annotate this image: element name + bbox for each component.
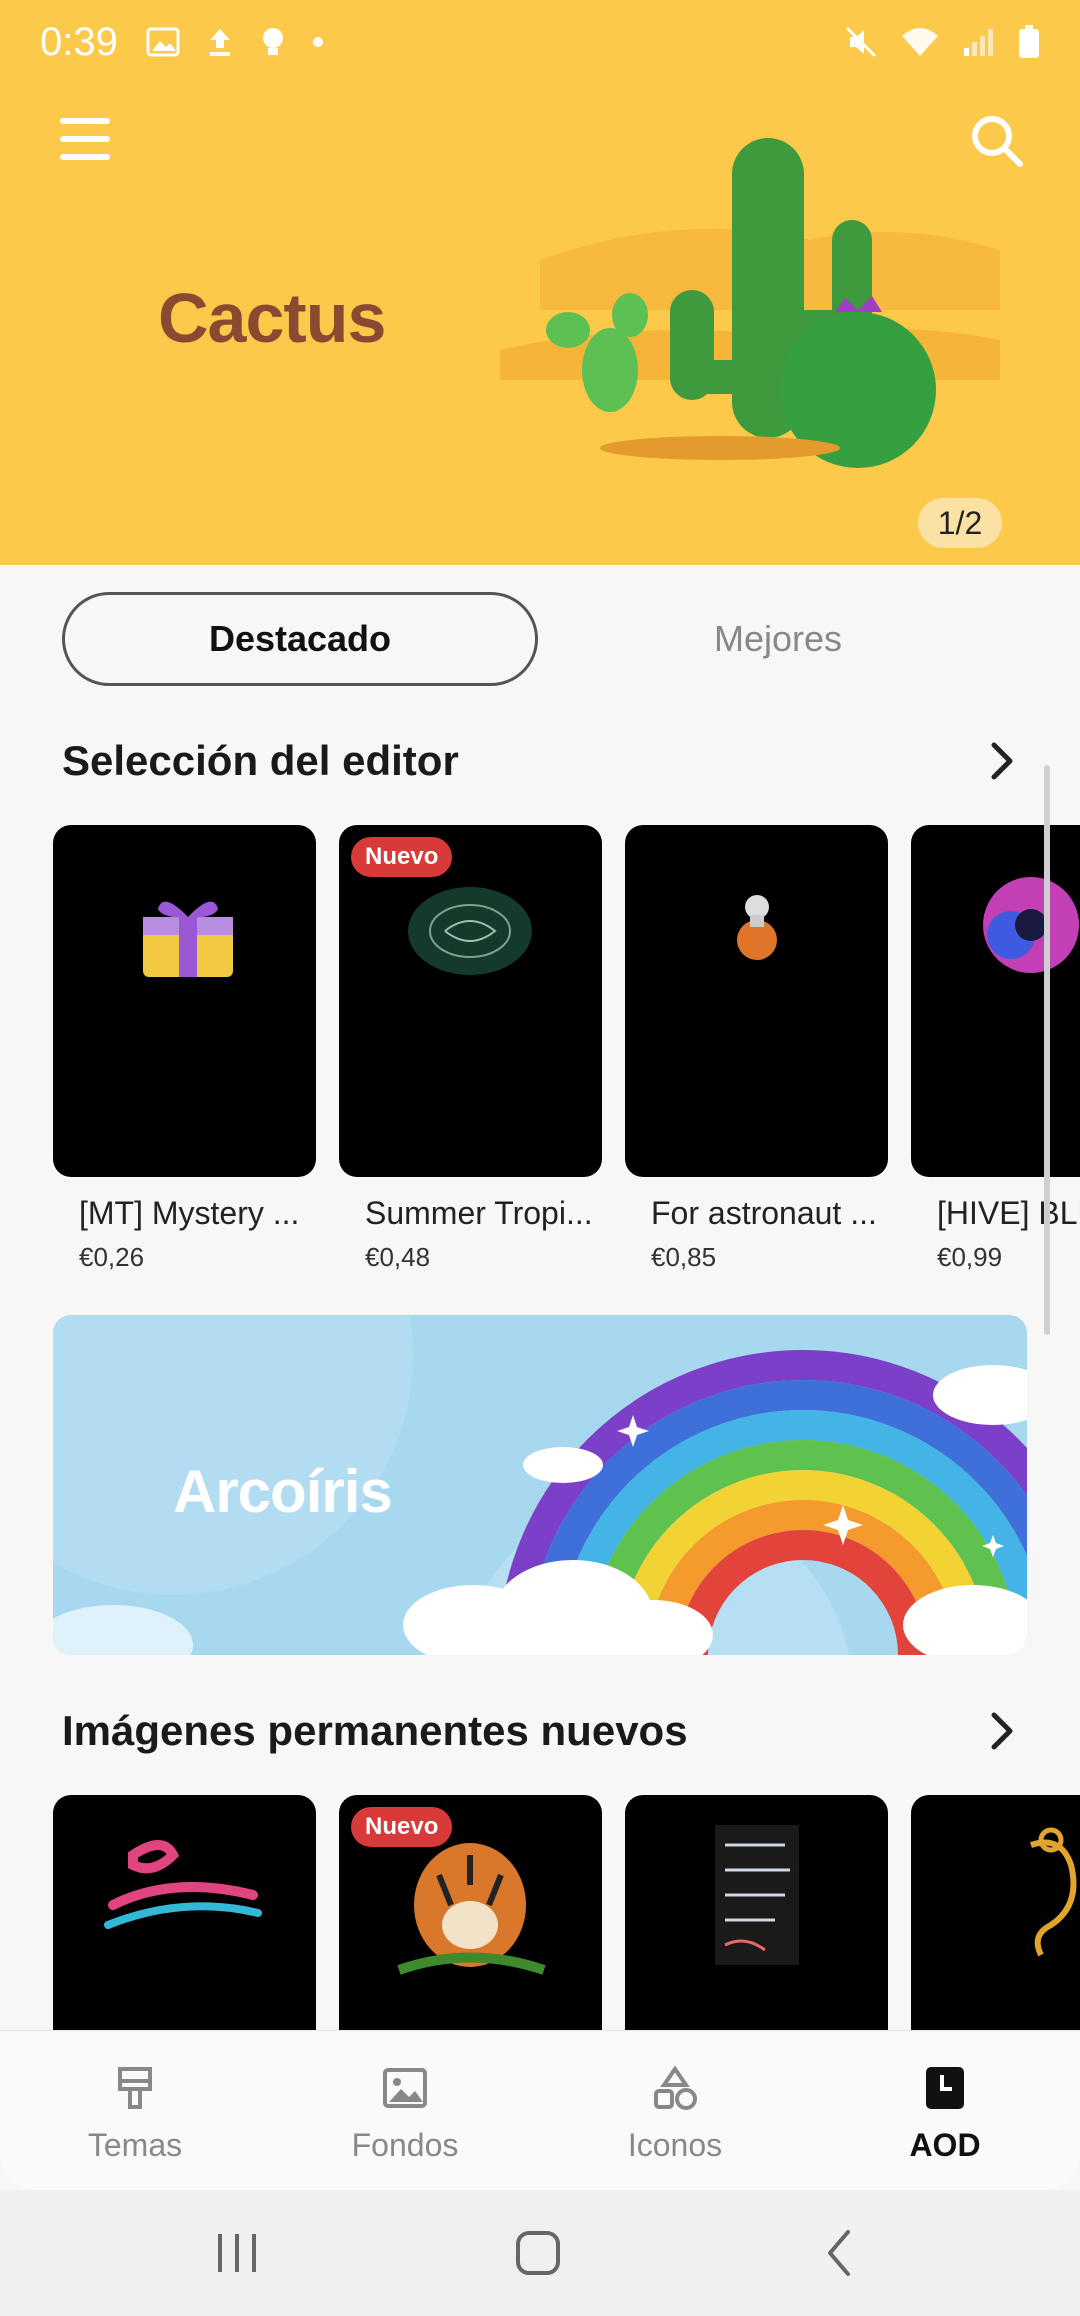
image-icon xyxy=(383,2068,427,2108)
rainbow-banner[interactable]: Arcoíris xyxy=(53,1315,1027,1655)
chevron-right-icon[interactable] xyxy=(982,1707,1022,1755)
bulb-notification-icon xyxy=(262,28,283,55)
system-navigation-bar xyxy=(0,2190,1080,2316)
theme-name: [HIVE] BLU xyxy=(937,1195,1080,1231)
tab-mejores[interactable]: Mejores xyxy=(540,592,1016,686)
theme-price: €0,48 xyxy=(365,1242,431,1272)
astronaut-planet-icon xyxy=(737,895,777,960)
nav-fondos[interactable]: Fondos xyxy=(270,2031,540,2190)
cactus-illustration xyxy=(500,138,1000,468)
tab-destacado[interactable]: Destacado xyxy=(62,592,538,686)
theme-price: €0,26 xyxy=(79,1242,145,1272)
nav-label-temas: Temas xyxy=(87,2127,183,2163)
aod-card[interactable] xyxy=(53,1795,316,2030)
back-icon[interactable] xyxy=(806,2220,876,2286)
theme-thumbnail xyxy=(911,825,1080,1177)
signal-icon xyxy=(964,29,993,56)
brush-icon xyxy=(118,2067,152,2109)
editor-row: [MT] Mystery ... €0,26 Nuevo Summer Trop… xyxy=(53,825,1080,1273)
new-badge: Nuevo xyxy=(351,1807,453,1847)
theme-thumbnail: Nuevo xyxy=(339,825,602,1177)
home-icon[interactable] xyxy=(503,2220,573,2286)
scroll-indicator[interactable] xyxy=(1044,765,1050,1335)
flower-icon xyxy=(983,877,1079,973)
theme-card[interactable]: Nuevo Summer Tropi... €0,48 xyxy=(339,825,602,1273)
theme-thumbnail xyxy=(53,825,316,1177)
menu-icon[interactable] xyxy=(60,118,110,164)
neon-sign-artwork xyxy=(715,1825,799,1965)
aod-thumbnail xyxy=(625,1795,888,2030)
theme-price: €0,99 xyxy=(937,1242,1003,1272)
aod-row: Nuevo xyxy=(53,1795,1080,2030)
upload-notification-icon xyxy=(209,29,230,56)
aod-card[interactable] xyxy=(911,1795,1080,2030)
nav-label-iconos: Iconos xyxy=(627,2127,723,2163)
chevron-right-icon[interactable] xyxy=(982,737,1022,785)
nav-label-fondos: Fondos xyxy=(351,2127,459,2163)
theme-card[interactable]: For astronaut ... €0,85 xyxy=(625,825,888,1273)
gift-icon xyxy=(143,901,233,977)
tab-bar: Destacado Mejores xyxy=(0,565,1080,715)
section-title-editor: Selección del editor xyxy=(62,737,459,784)
content-scroll[interactable]: Selección del editor [MT] Mystery ... €0… xyxy=(0,715,1080,2030)
battery-icon xyxy=(1019,25,1039,58)
gallery-notification-icon xyxy=(146,27,180,57)
theme-name: [MT] Mystery ... xyxy=(79,1195,300,1231)
wifi-icon xyxy=(902,28,938,56)
hero-banner[interactable]: 0:39 Cactus 1/2 xyxy=(0,0,1080,565)
theme-card[interactable]: [HIVE] BLU €0,99 xyxy=(911,825,1080,1273)
recent-apps-icon[interactable] xyxy=(202,2220,272,2286)
shapes-icon xyxy=(654,2065,697,2110)
ganesha-artwork xyxy=(1030,1827,1077,1957)
nav-iconos[interactable]: Iconos xyxy=(540,2031,810,2190)
theme-name: Summer Tropi... xyxy=(365,1195,593,1231)
theme-name: For astronaut ... xyxy=(651,1195,877,1231)
hero-title: Cactus xyxy=(158,279,386,357)
bottom-navigation: Temas Fondos Iconos AOD xyxy=(0,2030,1080,2190)
section-header-editor: Selección del editor xyxy=(62,737,1022,785)
aod-thumbnail: Nuevo xyxy=(339,1795,602,2030)
status-bar: 0:39 xyxy=(0,0,1080,84)
nav-aod[interactable]: AOD xyxy=(810,2031,1080,2190)
new-badge: Nuevo xyxy=(351,837,453,877)
aod-thumbnail xyxy=(53,1795,316,2030)
status-time: 0:39 xyxy=(40,19,118,64)
dot-notification-icon xyxy=(312,37,323,47)
mute-icon xyxy=(845,26,877,58)
nav-label-aod: AOD xyxy=(909,2127,981,2163)
be-yourself-artwork xyxy=(104,1840,262,1929)
theme-price: €0,85 xyxy=(651,1242,717,1272)
nav-temas[interactable]: Temas xyxy=(0,2031,270,2190)
summer-party-emblem xyxy=(408,887,532,975)
hero-pager: 1/2 xyxy=(918,498,1002,548)
aod-card[interactable]: Nuevo xyxy=(339,1795,602,2030)
section-title-aod: Imágenes permanentes nuevos xyxy=(62,1707,688,1754)
theme-card[interactable]: [MT] Mystery ... €0,26 xyxy=(53,825,316,1273)
section-header-aod: Imágenes permanentes nuevos xyxy=(62,1707,1022,1755)
aod-card[interactable] xyxy=(625,1795,888,2030)
theme-thumbnail xyxy=(625,825,888,1177)
aod-clock-icon xyxy=(926,2067,964,2109)
aod-thumbnail xyxy=(911,1795,1080,2030)
banner-title: Arcoíris xyxy=(173,1458,393,1525)
